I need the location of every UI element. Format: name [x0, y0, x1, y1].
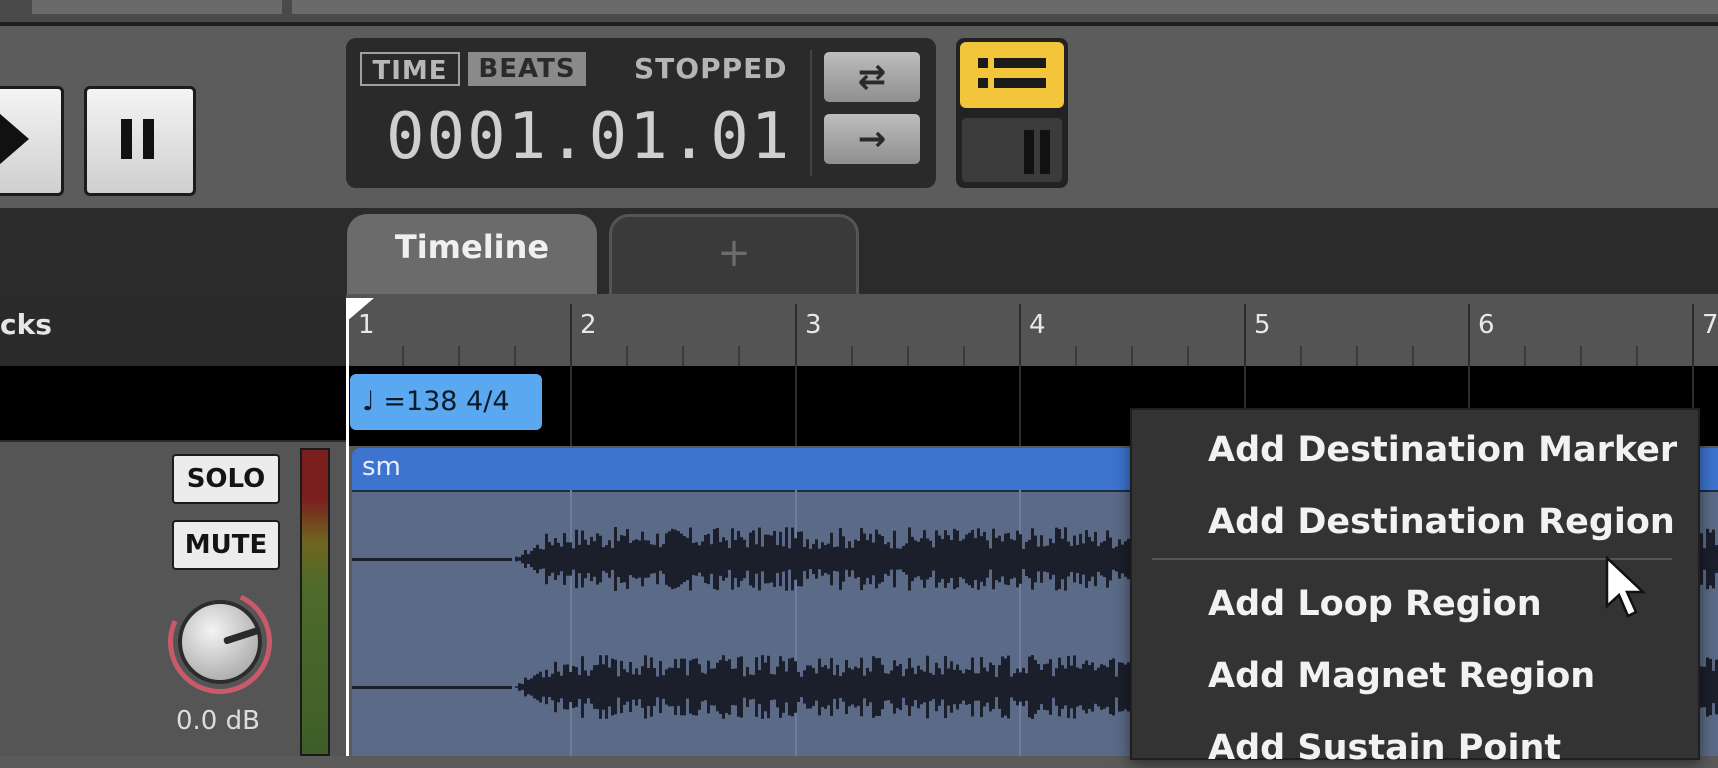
- bar-tick: [1019, 304, 1021, 366]
- view-buttons: [956, 38, 1068, 188]
- beat-tick: [682, 346, 684, 366]
- bar-number: 2: [580, 310, 597, 340]
- track-header: SOLO MUTE 0.0 dB: [0, 442, 346, 756]
- bar-number: 1: [358, 310, 375, 340]
- menu-separator: [1152, 558, 1672, 560]
- bars-icon-bar: [1040, 130, 1050, 174]
- bar-number: 4: [1029, 310, 1046, 340]
- beat-tick: [1075, 346, 1077, 366]
- list-icon-dot: [978, 58, 988, 68]
- bars-icon: [1024, 130, 1034, 174]
- beat-tick: [1131, 346, 1133, 366]
- play-icon: [0, 113, 29, 165]
- list-icon-line: [994, 58, 1046, 68]
- beat-tick: [963, 346, 965, 366]
- tab-timeline[interactable]: Timeline: [347, 214, 597, 294]
- time-display: TIME BEATS STOPPED 0001.01.01 ⇄ →: [346, 38, 936, 188]
- transport-status: STOPPED: [634, 52, 788, 85]
- menu-item-add-magnet-region[interactable]: Add Magnet Region: [1208, 656, 1595, 696]
- mouse-cursor-icon: [1605, 556, 1647, 618]
- loop-icon: ⇄: [857, 57, 887, 97]
- tracks-heading: cks: [0, 308, 52, 341]
- gain-value: 0.0 dB: [176, 706, 260, 736]
- beat-tick: [907, 346, 909, 366]
- top-strip-segment: [292, 0, 1718, 14]
- menu-item-add-destination-marker[interactable]: Add Destination Marker: [1208, 430, 1677, 470]
- grid-line: [795, 366, 797, 446]
- bar-tick: [1468, 304, 1470, 366]
- level-meter: [300, 448, 330, 756]
- list-icon-dot: [978, 78, 988, 88]
- list-icon-line: [994, 78, 1046, 88]
- pause-icon-bar: [143, 119, 154, 159]
- add-tab-button[interactable]: +: [609, 214, 859, 294]
- follow-button[interactable]: →: [824, 114, 920, 164]
- bar-tick: [1692, 304, 1694, 366]
- beat-tick: [458, 346, 460, 366]
- beat-tick: [1580, 346, 1582, 366]
- solo-button[interactable]: SOLO: [172, 454, 280, 504]
- beat-tick: [851, 346, 853, 366]
- menu-item-add-destination-region[interactable]: Add Destination Region: [1208, 502, 1675, 542]
- bar-number: 5: [1254, 310, 1271, 340]
- bar-number: 3: [805, 310, 822, 340]
- playhead[interactable]: [346, 300, 349, 756]
- loop-button[interactable]: ⇄: [824, 52, 920, 102]
- beat-tick: [514, 346, 516, 366]
- pause-button[interactable]: [84, 86, 196, 196]
- beat-tick: [1300, 346, 1302, 366]
- bar-number: 6: [1478, 310, 1495, 340]
- bar-number: 7: [1702, 310, 1718, 340]
- position-readout[interactable]: 0001.01.01: [386, 100, 791, 174]
- mute-button[interactable]: MUTE: [172, 520, 280, 570]
- grid-line: [570, 366, 572, 446]
- play-button[interactable]: [0, 86, 64, 196]
- beats-mode-button[interactable]: BEATS: [468, 52, 586, 86]
- tab-bar: Timeline +: [0, 208, 1718, 294]
- grid-line: [1019, 366, 1021, 446]
- beat-tick: [1187, 346, 1189, 366]
- beat-tick: [1524, 346, 1526, 366]
- metronome-button[interactable]: [962, 118, 1062, 182]
- beat-tick: [1356, 346, 1358, 366]
- top-strip: [0, 0, 1718, 26]
- time-mode-button[interactable]: TIME: [360, 52, 460, 86]
- timeline-ruler[interactable]: 1 2 3 4 5 6 7: [346, 294, 1718, 366]
- beat-tick: [626, 346, 628, 366]
- divider: [810, 50, 812, 176]
- arrow-right-icon: →: [857, 119, 887, 159]
- list-view-button[interactable]: [960, 42, 1064, 108]
- track-panel: cks SOLO MUTE 0.0 dB: [0, 294, 346, 756]
- beat-tick: [738, 346, 740, 366]
- bar-tick: [570, 304, 572, 366]
- bar-tick: [1244, 304, 1246, 366]
- tempo-marker[interactable]: ♩ =138 4/4: [350, 374, 542, 430]
- beat-tick: [402, 346, 404, 366]
- bar-tick: [795, 304, 797, 366]
- beat-tick: [1636, 346, 1638, 366]
- marker-lane-header: [0, 366, 346, 440]
- beat-tick: [1412, 346, 1414, 366]
- gain-knob[interactable]: [178, 600, 262, 684]
- menu-item-add-loop-region[interactable]: Add Loop Region: [1208, 584, 1542, 624]
- top-strip-segment: [32, 0, 282, 14]
- menu-item-add-sustain-point[interactable]: Add Sustain Point: [1208, 728, 1561, 768]
- pause-icon: [121, 119, 132, 159]
